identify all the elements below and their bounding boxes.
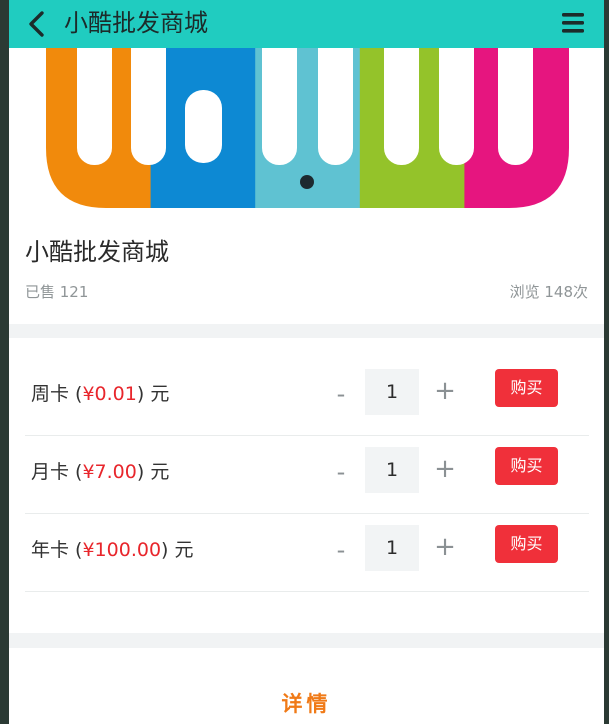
option-unit: 元 [174,539,194,561]
card-options-list: 周卡 (¥0.01) 元 - + 购买 月卡 (¥7.00) 元 - + 购买 … [9,338,604,633]
option-unit: 元 [150,383,170,405]
buy-button[interactable]: 购买 [495,369,558,407]
menu-button[interactable] [560,11,586,35]
option-label: 年卡 (¥100.00) 元 [31,539,194,561]
option-row-weekly: 周卡 (¥0.01) 元 - + 购买 [25,357,589,436]
increase-quantity-button[interactable]: + [433,532,457,562]
buy-button[interactable]: 购买 [495,525,558,563]
option-name: 周卡 [31,383,70,405]
quantity-input[interactable] [365,447,419,493]
option-row-monthly: 月卡 (¥7.00) 元 - + 购买 [25,435,589,514]
sold-count: 已售 121 [25,283,89,301]
quantity-input[interactable] [365,525,419,571]
option-name: 月卡 [31,461,70,483]
option-price: ¥100.00 [82,539,162,561]
buy-button[interactable]: 购买 [495,447,558,485]
decrease-quantity-button[interactable]: - [330,457,352,487]
decrease-quantity-button[interactable]: - [330,379,352,409]
details-section: 详情 [9,648,604,724]
product-name: 小酷批发商城 [25,238,169,266]
option-price: ¥7.00 [82,461,137,483]
carousel-indicator-dot[interactable] [300,175,314,189]
option-price: ¥0.01 [82,383,137,405]
page-title: 小酷批发商城 [64,9,208,37]
store-logo-image [46,48,569,208]
option-row-yearly: 年卡 (¥100.00) 元 - + 购买 [25,513,589,592]
details-title: 详情 [281,692,332,716]
view-count: 浏览 148次 [509,283,588,301]
option-label: 月卡 (¥7.00) 元 [31,461,170,483]
increase-quantity-button[interactable]: + [433,454,457,484]
app-page: 小酷批发商城 小酷批发商城 已售 121 浏览 148次 周卡 (¥0.01) … [9,0,604,724]
back-button[interactable] [25,10,51,38]
hamburger-menu-icon [562,13,584,33]
decrease-quantity-button[interactable]: - [330,535,352,565]
product-info-card: 小酷批发商城 已售 121 浏览 148次 [9,223,604,324]
option-name: 年卡 [31,539,70,561]
increase-quantity-button[interactable]: + [433,376,457,406]
quantity-input[interactable] [365,369,419,415]
option-unit: 元 [150,461,170,483]
product-banner[interactable] [9,48,604,223]
top-nav-bar: 小酷批发商城 [9,0,604,48]
chevron-left-icon [29,11,44,37]
option-label: 周卡 (¥0.01) 元 [31,383,170,405]
